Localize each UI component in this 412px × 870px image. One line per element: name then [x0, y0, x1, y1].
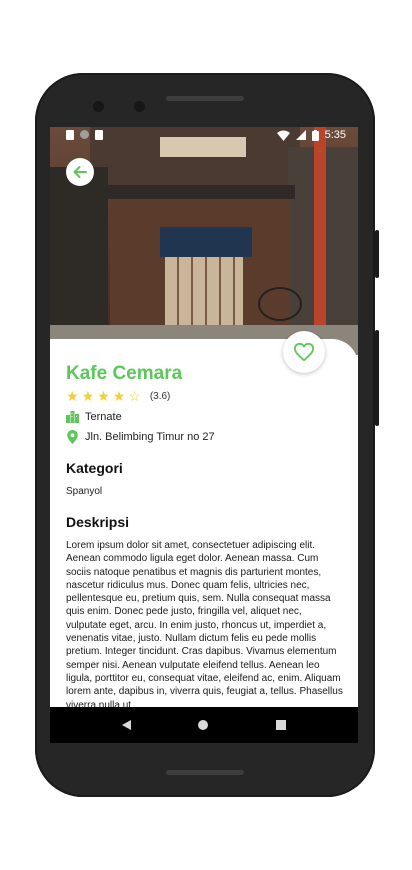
category-value: Spanyol: [66, 486, 103, 497]
power-button: [375, 230, 379, 278]
front-camera: [93, 101, 104, 112]
status-time: 5:35: [324, 129, 346, 141]
description-heading: Deskripsi: [66, 514, 130, 530]
star-outline-icon: ☆: [128, 388, 141, 404]
screen: 5:35 Kafe Cemara ★ ★ ★ ★ ☆ (3.6) Ternate: [50, 127, 358, 743]
back-button[interactable]: [66, 158, 94, 186]
star-filled-icon: ★: [112, 388, 126, 404]
battery-icon: [311, 129, 319, 141]
star-filled-icon: ★: [81, 388, 95, 404]
bottom-speaker: [166, 770, 244, 775]
wifi-icon: [276, 130, 290, 141]
sync-icon: [80, 130, 89, 139]
description-text: Lorem ipsum dolor sit amet, consectetuer…: [66, 540, 343, 711]
map-pin-icon: [67, 430, 78, 444]
rating-value: (3.6): [149, 390, 171, 402]
earpiece-speaker: [166, 96, 244, 101]
arrow-left-icon: [73, 166, 87, 178]
signal-icon: [295, 130, 306, 140]
heart-outline-icon: [293, 342, 314, 362]
notification-icon: [66, 130, 74, 140]
volume-button: [375, 330, 379, 426]
nav-home-icon[interactable]: [198, 720, 209, 730]
place-name: Kafe Cemara: [66, 363, 183, 384]
rating: ★ ★ ★ ★ ☆ (3.6): [66, 389, 170, 403]
navigation-bar: [50, 707, 358, 743]
place-photo: [50, 127, 358, 355]
favorite-button[interactable]: [283, 331, 325, 373]
city-row: Ternate: [66, 410, 122, 423]
star-filled-icon: ★: [66, 388, 79, 404]
address-text: Jln. Belimbing Timur no 27: [85, 431, 215, 443]
sd-card-icon: [95, 130, 103, 140]
front-sensor: [134, 101, 145, 112]
star-filled-icon: ★: [97, 388, 110, 404]
category-heading: Kategori: [66, 460, 123, 476]
status-bar: 5:35: [50, 127, 358, 145]
nav-back-icon[interactable]: [121, 720, 131, 730]
nav-recents-icon[interactable]: [276, 720, 287, 730]
city-buildings-icon: [66, 411, 79, 423]
address-row: Jln. Belimbing Timur no 27: [66, 430, 215, 444]
city-text: Ternate: [85, 410, 122, 423]
